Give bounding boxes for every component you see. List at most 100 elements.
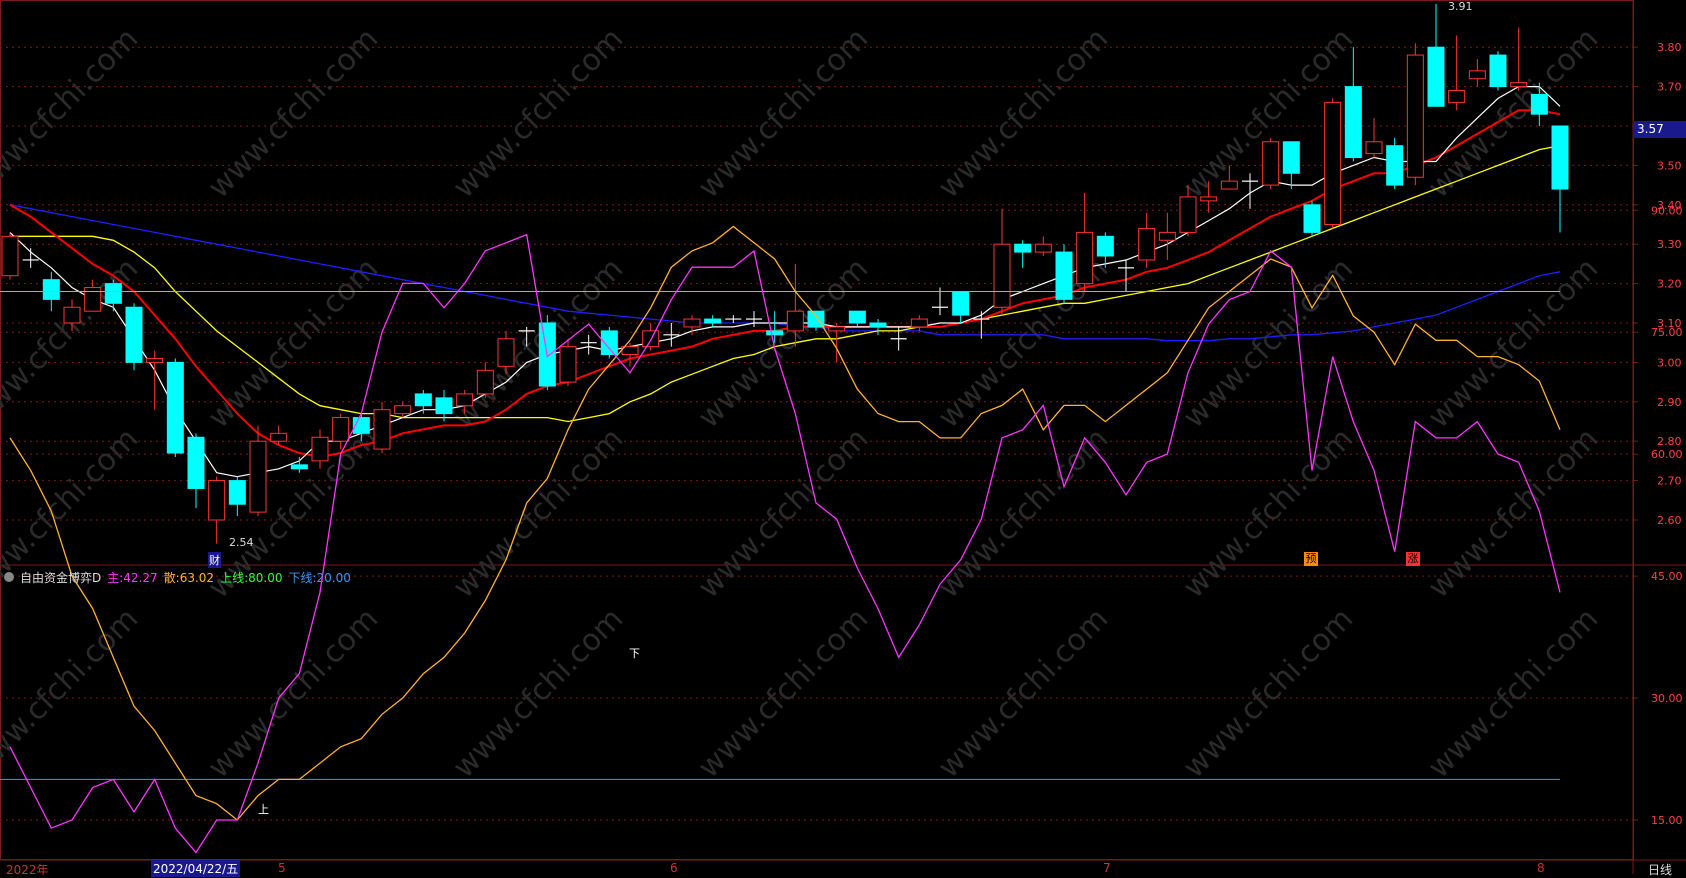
price-tick-label: 3.30 — [1657, 238, 1682, 251]
candle-down — [435, 397, 453, 415]
candle-up — [497, 338, 515, 367]
indicator-tick-label: 30.00 — [1651, 692, 1683, 705]
downline-label: 下线: — [288, 570, 317, 585]
candle-up — [1179, 196, 1197, 233]
candle-up — [1448, 90, 1466, 103]
indicator-legend: 自由资金博弈D 主:42.27 散:63.02 上线:80.00 下线:20.0… — [0, 568, 351, 586]
x-label-july: 7 — [1103, 861, 1111, 875]
up-cross-marker: 上 — [258, 803, 269, 816]
candle-up — [1406, 54, 1424, 178]
x-label-may: 5 — [278, 861, 286, 875]
indicator-name: 自由资金博弈D — [20, 570, 102, 585]
axis-layer: 2.602.702.802.903.003.103.203.303.403.50… — [1633, 41, 1683, 827]
watermark-text: www.cfchi.com — [691, 21, 875, 205]
watermark-text: www.cfchi.com — [201, 21, 385, 205]
candle-up — [1365, 141, 1383, 155]
candle-down — [1530, 93, 1548, 115]
price-tick-label: 2.80 — [1657, 435, 1682, 448]
watermark-text: www.cfchi.com — [201, 601, 385, 785]
san-value: 63.02 — [179, 570, 215, 585]
candle-up — [1138, 227, 1156, 261]
candle-down — [1303, 204, 1321, 233]
candle-up — [1, 235, 19, 277]
x-label-date: 2022/04/22/五 — [151, 860, 241, 877]
main-value: 42.27 — [123, 570, 158, 585]
candle-down — [228, 480, 246, 505]
high-price-annotation: 3.91 — [1448, 0, 1473, 13]
watermark-text: www.cfchi.com — [1421, 251, 1605, 435]
candle-up — [1324, 101, 1342, 225]
collapse-circle-icon[interactable] — [4, 572, 14, 582]
candle-up — [1220, 180, 1238, 190]
candle-up — [1468, 70, 1486, 80]
period-label: 日线 — [1648, 863, 1673, 877]
x-label-august: 8 — [1537, 861, 1545, 875]
candle-up — [1262, 141, 1280, 186]
candle-up — [642, 330, 660, 348]
price-tick-label: 3.80 — [1657, 41, 1682, 54]
candle-down — [104, 283, 122, 304]
x-label-june: 6 — [670, 861, 678, 875]
candle-down — [1014, 243, 1032, 253]
indicator-tick-label: 15.00 — [1651, 814, 1683, 827]
candle-up — [311, 436, 329, 462]
price-tick-label: 2.70 — [1657, 475, 1682, 488]
cai-badge[interactable]: 财 — [208, 552, 221, 568]
candle-down — [869, 322, 887, 328]
indicator-tick-label: 75.00 — [1651, 326, 1683, 339]
candle-down — [766, 330, 784, 336]
main-label: 主: — [107, 570, 124, 585]
candle-up — [456, 393, 474, 407]
candle-down — [1282, 141, 1300, 174]
watermark-text: www.cfchi.com — [0, 21, 145, 205]
candle-up — [476, 369, 494, 395]
candle-down — [848, 310, 866, 324]
downline-value: 20.00 — [316, 570, 351, 585]
candle-up — [1510, 82, 1528, 88]
candle-up — [394, 405, 412, 415]
candle-up — [63, 306, 81, 324]
watermark-text: www.cfchi.com — [1421, 601, 1605, 785]
candle-up — [683, 318, 701, 328]
watermark-text: www.cfchi.com — [0, 601, 145, 785]
candle-down — [1489, 54, 1507, 88]
candle-down — [704, 318, 722, 324]
candle-down — [1386, 145, 1404, 186]
candle-up — [559, 346, 577, 383]
upline-label: 上线: — [220, 570, 249, 585]
candle-down — [166, 361, 184, 454]
candle-down — [1055, 251, 1073, 300]
candle-up — [910, 318, 928, 328]
watermark-text: www.cfchi.com — [931, 421, 1115, 605]
price-tick-label: 2.60 — [1657, 514, 1682, 527]
yu-badge[interactable]: 预 — [1304, 552, 1318, 566]
price-tick-label: 3.00 — [1657, 356, 1682, 369]
candle-down — [187, 436, 205, 489]
watermark-layer: www.cfchi.com www.cfchi.com www.cfchi.com w… — [0, 21, 1605, 785]
candle-down — [290, 464, 308, 470]
san-label: 散: — [163, 570, 180, 585]
candle-down — [1427, 46, 1445, 107]
candle-up — [270, 432, 288, 442]
watermark-text: www.cfchi.com — [691, 251, 875, 435]
watermark-text: www.cfchi.com — [691, 421, 875, 605]
candle-down — [1096, 235, 1114, 257]
candle-up — [993, 243, 1011, 308]
low-price-annotation: 2.54 — [229, 536, 254, 549]
price-tick-label: 3.70 — [1657, 81, 1682, 94]
candle-down — [414, 393, 432, 407]
candle-up — [146, 357, 164, 363]
indicator-tick-label: 60.00 — [1651, 448, 1683, 461]
zhang-badge[interactable]: 涨 — [1406, 552, 1420, 566]
watermark-text: www.cfchi.com — [446, 21, 630, 205]
price-tick-label: 3.20 — [1657, 278, 1682, 291]
candle-up — [828, 326, 846, 332]
candle-up — [1200, 196, 1218, 202]
watermark-text: www.cfchi.com — [446, 421, 630, 605]
indicator-tick-label: 45.00 — [1651, 570, 1683, 583]
watermark-text: www.cfchi.com — [1421, 421, 1605, 605]
watermark-text: www.cfchi.com — [1176, 601, 1360, 785]
watermark-text: www.cfchi.com — [1176, 421, 1360, 605]
watermark-text: www.cfchi.com — [931, 21, 1115, 205]
candle-down — [952, 290, 970, 316]
